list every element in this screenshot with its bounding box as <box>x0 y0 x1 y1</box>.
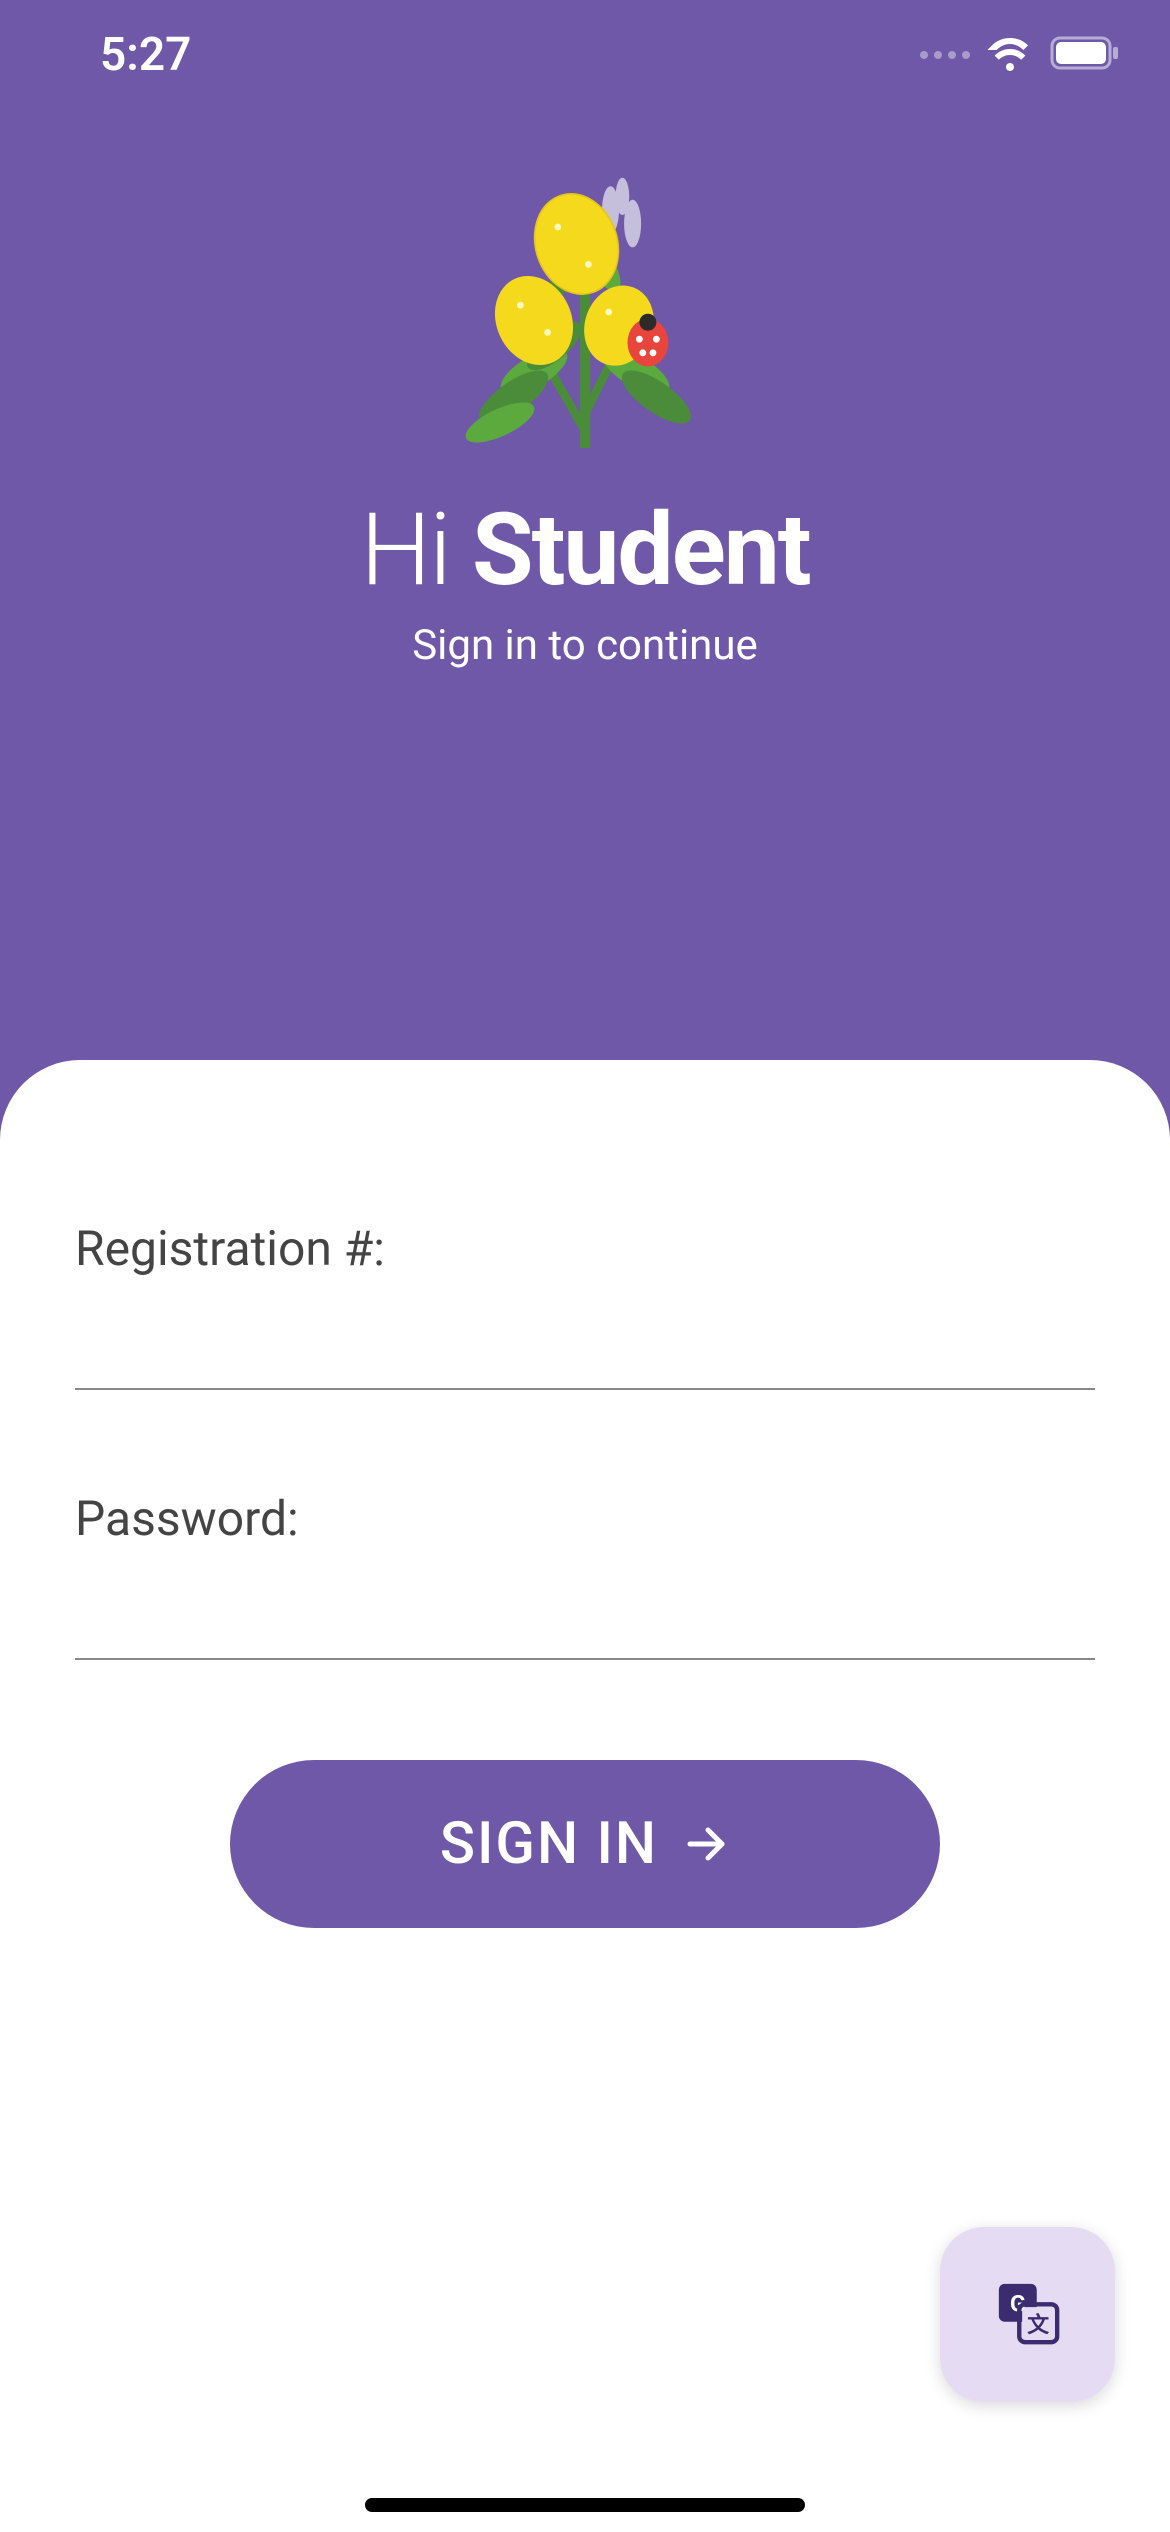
svg-text:文: 文 <box>1027 2311 1049 2337</box>
password-label: Password: <box>75 1490 1095 1547</box>
arrow-right-icon <box>682 1820 730 1868</box>
registration-field: Registration #: <box>75 1220 1095 1390</box>
greeting-title: Hi Student <box>360 492 809 609</box>
translate-button[interactable]: G 文 <box>940 2227 1115 2402</box>
greeting-name: Student <box>472 492 810 609</box>
greeting-prefix: Hi <box>360 492 472 609</box>
status-time: 5:27 <box>100 28 191 82</box>
registration-label: Registration #: <box>75 1220 1095 1277</box>
password-field: Password: <box>75 1490 1095 1660</box>
app-logo <box>415 142 755 482</box>
cellular-signal-icon <box>920 51 970 59</box>
wifi-icon <box>986 35 1034 75</box>
home-indicator[interactable] <box>365 2498 805 2512</box>
status-bar: 5:27 <box>0 0 1170 82</box>
translate-icon: G 文 <box>993 2278 1063 2352</box>
header-section: Hi Student Sign in to continue <box>0 82 1170 670</box>
battery-icon <box>1050 36 1120 74</box>
greeting-subtitle: Sign in to continue <box>412 621 758 670</box>
status-icons <box>920 35 1120 75</box>
password-input[interactable] <box>75 1577 1095 1660</box>
signin-button-label: SIGN IN <box>440 1810 658 1878</box>
signin-button[interactable]: SIGN IN <box>230 1760 940 1928</box>
registration-input[interactable] <box>75 1307 1095 1390</box>
